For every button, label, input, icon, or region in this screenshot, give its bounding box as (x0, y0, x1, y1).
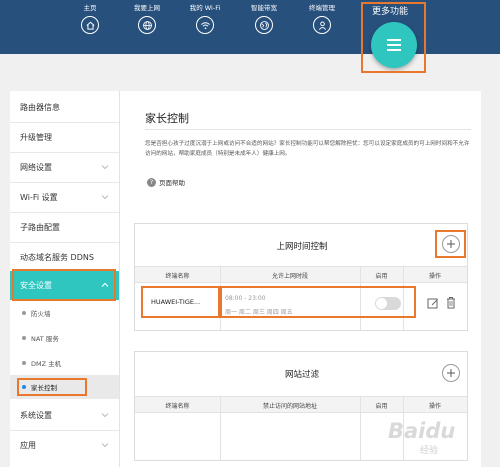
column-divider (220, 396, 221, 460)
globe-icon (138, 16, 156, 34)
table-header: 终端名称 禁止访问的网站地址 启用 操作 (135, 396, 467, 413)
column-divider (360, 396, 361, 460)
sub-item-nat[interactable]: NAT 服务 (10, 326, 119, 350)
nav-bandwidth-label: 智能带宽 (251, 4, 277, 12)
main-panel: 家长控制 您是否担心孩子过度沉溺于上网或访问不合适的网站？家长控制功能可以帮您解… (119, 91, 481, 467)
column-header: 允许上网时段 (271, 273, 308, 280)
sidebar-item-label: 子路由配置 (20, 223, 60, 232)
column-header: 启用 (375, 403, 388, 410)
time-control-card: 上网时间控制 终端名称 允许上网时段 启用 操作 HUAWEI-TIGE... … (134, 223, 468, 331)
card-title: 网站过滤 (284, 370, 319, 380)
security-highlight (12, 269, 116, 301)
sub-item-firewall[interactable]: 防火墙 (10, 301, 119, 325)
sidebar-item-wifi[interactable]: Wi-Fi 设置 (10, 183, 119, 212)
help-icon: ? (147, 177, 156, 187)
nav-home-label: 主页 (83, 4, 97, 12)
sidebar-item-sub-router[interactable]: 子路由配置 (10, 213, 119, 242)
sidebar-item-label: 网络设置 (20, 163, 52, 172)
sub-item-label: DMZ 主机 (31, 360, 62, 368)
parental-control-highlight (17, 378, 87, 396)
card-title: 上网时间控制 (276, 242, 328, 252)
column-header: 禁止访问的网站地址 (262, 403, 317, 410)
column-header: 启用 (375, 273, 388, 280)
nav-wifi-label: 我的 Wi-Fi (189, 4, 221, 12)
chevron-down-icon (101, 443, 109, 448)
chevron-down-icon (101, 413, 109, 418)
row-highlight (220, 286, 416, 318)
sidebar-item-ddns[interactable]: 动态域名服务 DDNS (10, 243, 119, 272)
page-title: 家长控制 (145, 112, 189, 125)
sidebar-item-label: 升级管理 (20, 133, 52, 142)
sidebar-item-router-info[interactable]: 路由器信息 (10, 93, 119, 122)
nav-internet-label: 我要上网 (134, 4, 160, 12)
sidebar-item-upgrade[interactable]: 升级管理 (10, 123, 119, 152)
row-highlight (141, 286, 220, 318)
add-highlight (435, 230, 466, 258)
nav-devices[interactable]: 终端管理 (292, 4, 352, 34)
watermark-logo: Baidu (388, 419, 456, 443)
page-description: 您是否担心孩子过度沉溺于上网或访问不合适的网站？家长控制功能可以帮您解除担忧：您… (145, 141, 470, 157)
divider (145, 129, 471, 130)
sidebar-item-system[interactable]: 系统设置 (10, 401, 119, 430)
sidebar-item-apps[interactable]: 应用 (10, 431, 119, 460)
wifi-icon (196, 16, 214, 34)
nav-wifi[interactable]: 我的 Wi-Fi (175, 4, 235, 34)
nav-bandwidth[interactable]: 智能带宽 (234, 4, 294, 34)
sidebar-item-label: 动态域名服务 DDNS (20, 253, 94, 262)
home-icon (81, 16, 99, 34)
sidebar-item-label: 系统设置 (20, 411, 52, 420)
column-header: 操作 (428, 273, 441, 280)
help-link[interactable]: ? 页面帮助 (147, 177, 185, 187)
sidebar-item-label: 路由器信息 (20, 103, 60, 112)
sidebar-item-network[interactable]: 网络设置 (10, 153, 119, 182)
user-icon (313, 16, 331, 34)
column-header: 终端名称 (165, 273, 190, 280)
sidebar-item-label: Wi-Fi 设置 (20, 193, 58, 202)
bandwidth-globe-icon (255, 16, 273, 34)
column-header: 终端名称 (165, 403, 190, 410)
sub-item-label: NAT 服务 (31, 335, 59, 343)
column-header: 操作 (428, 403, 441, 410)
bullet-icon (22, 361, 26, 365)
sidebar: 路由器信息 升级管理 网络设置 Wi-Fi 设置 子路由配置 动态域名服务 DD… (10, 91, 119, 467)
bullet-icon (22, 336, 26, 340)
watermark-sub: 经验 (420, 446, 439, 456)
delete-icon[interactable] (445, 296, 457, 309)
table-header: 终端名称 允许上网时段 启用 操作 (135, 266, 467, 283)
help-link-label: 页面帮助 (159, 179, 185, 187)
chevron-down-icon (101, 165, 109, 170)
sidebar-item-label: 应用 (20, 441, 36, 450)
nav-devices-label: 终端管理 (309, 4, 335, 12)
nav-home[interactable]: 主页 (60, 4, 120, 34)
sub-item-label: 防火墙 (31, 310, 51, 318)
add-icon[interactable] (442, 364, 460, 382)
more-features-highlight (361, 2, 426, 73)
nav-internet[interactable]: 我要上网 (117, 4, 177, 34)
chevron-down-icon (101, 195, 109, 200)
bullet-icon (22, 311, 26, 315)
sub-item-dmz[interactable]: DMZ 主机 (10, 351, 119, 375)
edit-icon[interactable] (427, 297, 439, 310)
website-filter-card: 网站过滤 终端名称 禁止访问的网站地址 启用 操作 (134, 351, 468, 461)
